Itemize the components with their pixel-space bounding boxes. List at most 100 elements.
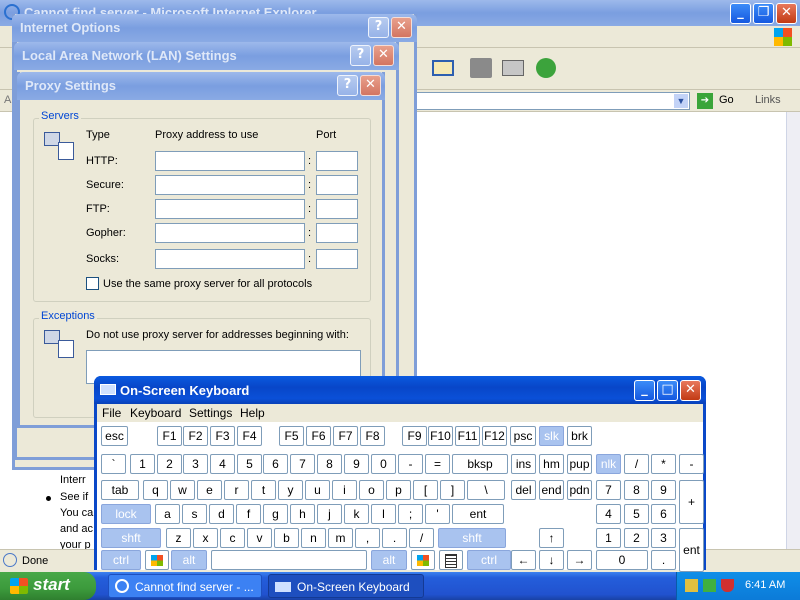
start-button[interactable]: start [0, 572, 96, 600]
key[interactable]: ← [511, 550, 536, 570]
key[interactable]: F7 [333, 426, 358, 446]
key[interactable]: shft [438, 528, 506, 548]
key[interactable]: p [386, 480, 411, 500]
key[interactable]: 6 [263, 454, 288, 474]
key[interactable]: brk [567, 426, 592, 446]
menu-help[interactable]: Help [240, 406, 265, 420]
http-port-input[interactable] [316, 151, 358, 171]
ftp-address-input[interactable] [155, 199, 305, 219]
key[interactable]: F5 [279, 426, 304, 446]
key[interactable]: del [511, 480, 536, 500]
proxy-settings-title-bar[interactable]: Proxy Settings ? ✕ [17, 72, 385, 100]
print-icon[interactable] [470, 58, 492, 78]
body-line[interactable]: See if [60, 491, 88, 503]
socks-address-input[interactable] [155, 249, 305, 269]
key[interactable]: r [224, 480, 249, 500]
gopher-port-input[interactable] [316, 223, 358, 243]
key[interactable]: [ [413, 480, 438, 500]
http-address-input[interactable] [155, 151, 305, 171]
key[interactable]: ins [511, 454, 536, 474]
key[interactable]: . [382, 528, 407, 548]
key[interactable]: ctrl [101, 550, 141, 570]
key[interactable]: - [398, 454, 423, 474]
close-button[interactable]: ✕ [373, 45, 394, 66]
menu-keyboard[interactable]: Keyboard [130, 406, 181, 420]
close-button[interactable]: ✕ [776, 3, 797, 24]
key[interactable]: e [197, 480, 222, 500]
key[interactable]: 5 [624, 504, 649, 524]
key[interactable]: k [344, 504, 369, 524]
tray-network-icon[interactable] [685, 579, 698, 592]
key[interactable]: lock [101, 504, 151, 524]
key[interactable]: i [332, 480, 357, 500]
internet-options-title-bar[interactable]: Internet Options ? ✕ [12, 14, 417, 42]
go-arrow-icon[interactable]: ➔ [697, 93, 713, 109]
key[interactable]: 1 [130, 454, 155, 474]
key[interactable]: / [624, 454, 649, 474]
address-input[interactable]: ▼ [416, 92, 690, 110]
key[interactable]: 4 [210, 454, 235, 474]
key[interactable]: f [236, 504, 261, 524]
key[interactable]: F6 [306, 426, 331, 446]
key[interactable]: y [278, 480, 303, 500]
key[interactable]: esc [101, 426, 128, 446]
lan-settings-title-bar[interactable]: Local Area Network (LAN) Settings ? ✕ [14, 42, 399, 70]
key[interactable]: bksp [452, 454, 508, 474]
windows-key-icon[interactable] [145, 550, 169, 570]
key[interactable]: ent [452, 504, 504, 524]
vertical-scrollbar[interactable] [786, 112, 800, 549]
key[interactable]: g [263, 504, 288, 524]
key[interactable]: shft [101, 528, 161, 548]
key[interactable]: 3 [183, 454, 208, 474]
key[interactable]: m [328, 528, 353, 548]
key[interactable]: 9 [344, 454, 369, 474]
windows-key-icon[interactable] [411, 550, 435, 570]
same-proxy-checkbox[interactable] [86, 277, 99, 290]
key[interactable]: psc [510, 426, 536, 446]
key[interactable]: 8 [317, 454, 342, 474]
key[interactable]: , [355, 528, 380, 548]
key[interactable]: n [301, 528, 326, 548]
key[interactable]: 2 [624, 528, 649, 548]
key[interactable]: - [679, 454, 704, 474]
key[interactable]: 3 [651, 528, 676, 548]
secure-port-input[interactable] [316, 175, 358, 195]
key[interactable]: d [209, 504, 234, 524]
minimize-button[interactable]: _ [730, 3, 751, 24]
key[interactable]: nlk [596, 454, 621, 474]
key[interactable]: \ [467, 480, 505, 500]
key[interactable]: → [567, 550, 592, 570]
key[interactable]: 6 [651, 504, 676, 524]
taskbar-item-ie[interactable]: Cannot find server - ... [108, 574, 262, 598]
key[interactable]: 0 [371, 454, 396, 474]
key[interactable]: ↑ [539, 528, 564, 548]
key[interactable]: end [539, 480, 564, 500]
help-button[interactable]: ? [337, 75, 358, 96]
ftp-port-input[interactable] [316, 199, 358, 219]
same-proxy-label[interactable]: Use the same proxy server for all protoc… [103, 278, 312, 290]
key[interactable]: ctrl [467, 550, 511, 570]
help-button[interactable]: ? [350, 45, 371, 66]
key[interactable]: z [166, 528, 191, 548]
key[interactable]: 0 [596, 550, 648, 570]
key[interactable]: t [251, 480, 276, 500]
key[interactable]: F1 [157, 426, 182, 446]
key[interactable]: 7 [596, 480, 621, 500]
key[interactable]: ent [679, 528, 704, 572]
key[interactable]: 5 [237, 454, 262, 474]
key[interactable]: a [155, 504, 180, 524]
key[interactable]: = [425, 454, 450, 474]
key[interactable]: F11 [455, 426, 480, 446]
key[interactable]: 8 [624, 480, 649, 500]
messenger-icon[interactable] [536, 58, 556, 78]
key[interactable]: q [143, 480, 168, 500]
menu-settings[interactable]: Settings [189, 406, 232, 420]
go-button[interactable]: Go [719, 94, 734, 106]
minimize-button[interactable]: _ [634, 380, 655, 401]
key[interactable]: F8 [360, 426, 385, 446]
key[interactable]: v [247, 528, 272, 548]
key[interactable]: * [651, 454, 676, 474]
key[interactable]: + [679, 480, 704, 524]
socks-port-input[interactable] [316, 249, 358, 269]
key[interactable]: pdn [567, 480, 592, 500]
